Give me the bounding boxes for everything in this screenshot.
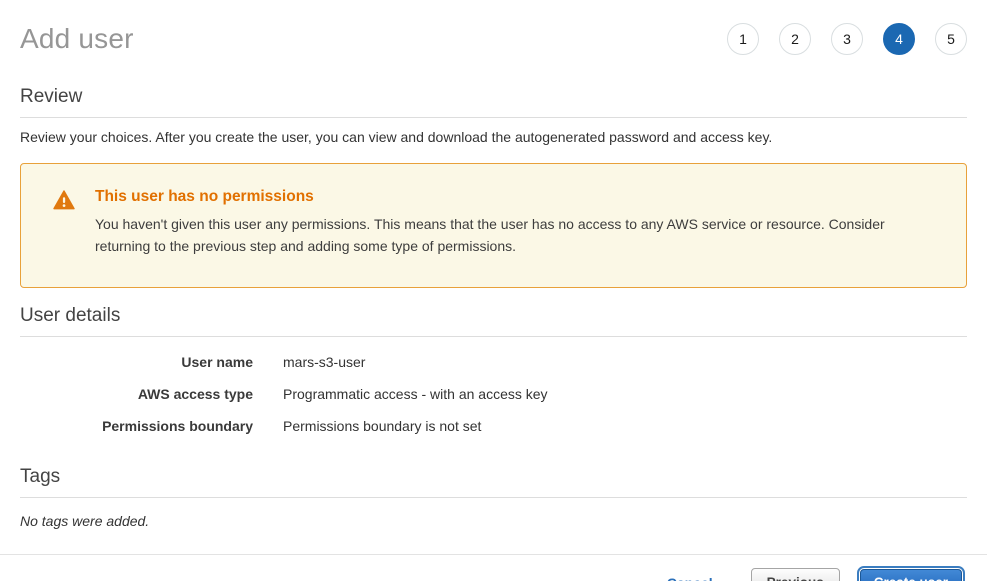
create-user-button-focus-ring: Create user [857, 566, 965, 581]
detail-value: Programmatic access - with an access key [283, 386, 548, 402]
step-2[interactable]: 2 [779, 23, 811, 55]
step-indicator: 1 2 3 4 5 [727, 23, 967, 55]
wizard-header: Add user 1 2 3 4 5 [20, 0, 967, 62]
previous-button[interactable]: Previous [751, 568, 840, 581]
tags-heading: Tags [20, 466, 967, 498]
review-heading: Review [20, 86, 967, 118]
no-permissions-warning: This user has no permissions You haven't… [20, 163, 967, 288]
step-5[interactable]: 5 [935, 23, 967, 55]
detail-row-access-type: AWS access type Programmatic access - wi… [20, 386, 967, 402]
detail-value: mars-s3-user [283, 354, 365, 370]
review-description: Review your choices. After you create th… [20, 129, 967, 145]
detail-row-user-name: User name mars-s3-user [20, 354, 967, 370]
detail-label: Permissions boundary [20, 418, 253, 434]
create-user-button[interactable]: Create user [860, 569, 962, 581]
wizard-footer: Cancel Previous Create user [0, 554, 987, 581]
tags-section: Tags No tags were added. [20, 466, 967, 529]
user-details-section: User details User name mars-s3-user AWS … [20, 305, 967, 434]
detail-label: AWS access type [20, 386, 253, 402]
step-1[interactable]: 1 [727, 23, 759, 55]
user-details-rows: User name mars-s3-user AWS access type P… [20, 354, 967, 434]
detail-row-permissions-boundary: Permissions boundary Permissions boundar… [20, 418, 967, 434]
user-details-heading: User details [20, 305, 967, 337]
cancel-link[interactable]: Cancel [667, 575, 713, 581]
warning-triangle-icon [53, 190, 75, 257]
warning-body: You haven't given this user any permissi… [95, 213, 930, 257]
detail-value: Permissions boundary is not set [283, 418, 481, 434]
review-section: Review Review your choices. After you cr… [20, 86, 967, 145]
warning-text: This user has no permissions You haven't… [95, 188, 930, 257]
step-3[interactable]: 3 [831, 23, 863, 55]
warning-title: This user has no permissions [95, 188, 930, 206]
step-4-active[interactable]: 4 [883, 23, 915, 55]
detail-label: User name [20, 354, 253, 370]
add-user-wizard: Add user 1 2 3 4 5 Review Review your ch… [0, 0, 987, 581]
tags-empty-message: No tags were added. [20, 513, 967, 529]
page-title: Add user [20, 23, 134, 55]
